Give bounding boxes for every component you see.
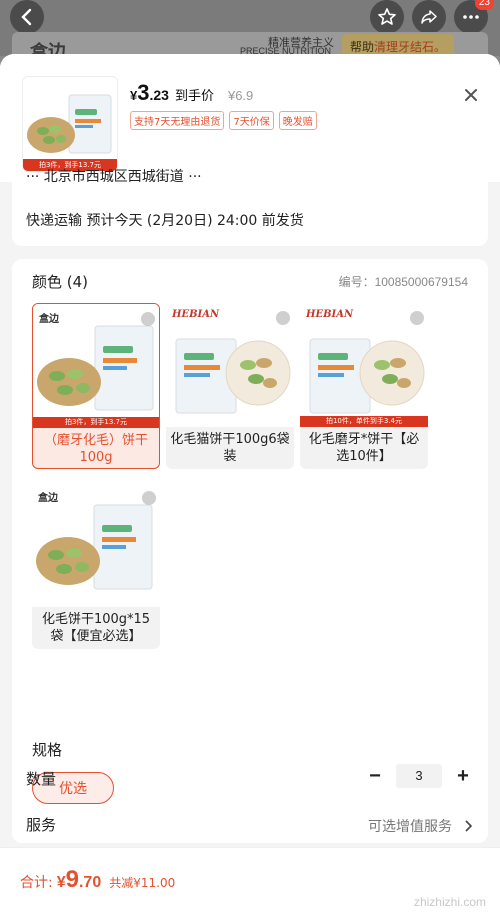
color-option-label: 化毛猫饼干100g6袋装 [170, 432, 290, 464]
star-icon [378, 8, 396, 25]
color-option-label: 化毛磨牙*饼干【必选10件】 [308, 432, 420, 464]
close-button[interactable] [460, 84, 482, 106]
service-row[interactable]: 服务 可选增值服务 [12, 806, 488, 842]
color-option-image: 盒边 [32, 483, 160, 607]
price-decimal: .23 [149, 87, 169, 103]
back-button[interactable] [10, 0, 44, 34]
service-tags: 支持7天无理由退货 7天价保 晚发赔 [130, 111, 317, 130]
color-option-image: 盒边 拍3件，到手13.7元 [33, 304, 159, 428]
sku-number: 编号：10085000679154 [338, 275, 468, 289]
color-option-promo-strip: 拍3件，到手13.7元 [33, 417, 159, 428]
back-arrow-icon [21, 8, 32, 26]
banner-promo-prefix: 帮助 [350, 40, 375, 54]
color-option-image: HEBIAN 拍10件，单件到手3.4元 [300, 303, 428, 427]
product-image [175, 338, 291, 414]
tag-late-compensation: 晚发赔 [278, 111, 317, 130]
service-label: 服务 [26, 816, 57, 834]
product-image [309, 338, 425, 414]
site-watermark: zhizhizhi.com [413, 895, 486, 909]
quantity-stepper: − 3 + [366, 764, 472, 788]
quantity-input[interactable]: 3 [396, 764, 442, 788]
price-integer: 3 [137, 80, 150, 105]
quantity-label: 数量 [26, 770, 57, 788]
more-dots-icon [463, 15, 479, 19]
color-option-promo-strip: 拍10件，单件到手3.4元 [300, 416, 428, 427]
increase-button[interactable]: + [454, 765, 472, 787]
service-value-text: 可选增值服务 [368, 819, 452, 835]
tag-7day-return: 支持7天无理由退货 [130, 111, 225, 130]
color-option-4[interactable]: 盒边 化毛饼干100g*15袋【便宜必选】 [32, 483, 160, 649]
banner-promo-highlight: 清理牙结石。 [374, 40, 447, 54]
total-symbol: ¥ [56, 874, 66, 891]
shipping-card[interactable]: ··· 北京市西城区西城街道 ··· 快递运输 预计今天 (2月20日) 24:… [12, 169, 488, 246]
tag-price-protect: 7天价保 [229, 111, 274, 130]
color-option-label: 化毛饼干100g*15袋【便宜必选】 [41, 612, 151, 644]
checkout-bar: 合计: ¥9.70 共减¥11.00 zhizhizhi.com [0, 847, 500, 913]
image-brand: HEBIAN [306, 309, 354, 320]
product-thumbnail[interactable]: 拍3件，到手13.7元 [22, 76, 118, 172]
color-option-1[interactable]: 盒边 拍3件，到手13.7元 （磨牙化毛）饼干100g [32, 303, 160, 469]
image-brand: 盒边 [39, 314, 59, 325]
zoom-icon[interactable] [410, 311, 424, 325]
total-label: 合计: [20, 875, 53, 891]
cart-count-badge: 23 [474, 0, 494, 10]
product-thumbnail-image [23, 77, 117, 171]
price-row: ¥3.23 到手价 ¥6.9 [130, 80, 253, 106]
total-saved: 共减¥11.00 [109, 876, 176, 890]
image-brand: HEBIAN [172, 309, 220, 320]
price-label: 到手价 [174, 89, 214, 104]
options-card: 颜色 (4) 编号：10085000679154 盒边 拍3件，到手13.7元 … [12, 259, 488, 843]
zoom-icon[interactable] [141, 312, 155, 326]
decrease-button[interactable]: − [366, 765, 384, 787]
zoom-icon[interactable] [276, 311, 290, 325]
current-price: ¥3.23 [130, 80, 169, 106]
favorite-button[interactable] [370, 0, 404, 34]
color-option-3[interactable]: HEBIAN 拍10件，单件到手3.4元 化毛磨牙*饼干【必选10件】 [300, 303, 428, 469]
sheet-header: 拍3件，到手13.7元 ¥3.23 到手价 ¥6.9 支持7天无理由退货 7天价… [0, 54, 500, 182]
share-button[interactable] [412, 0, 446, 34]
sku-selector-sheet: 拍3件，到手13.7元 ¥3.23 到手价 ¥6.9 支持7天无理由退货 7天价… [0, 54, 500, 913]
total-price: 合计: ¥9.70 共减¥11.00 [20, 866, 175, 894]
close-icon [465, 89, 477, 101]
spec-section-title: 规格 [32, 741, 63, 759]
address-line: ··· 北京市西城区西城街道 ··· [26, 169, 202, 182]
total-decimal: .70 [78, 874, 102, 891]
color-option-label: （磨牙化毛）饼干100g [43, 433, 148, 465]
color-option-image: HEBIAN [166, 303, 294, 427]
more-button[interactable]: 23 [454, 0, 494, 34]
image-brand: 盒边 [38, 493, 58, 504]
color-option-2[interactable]: HEBIAN 化毛猫饼干100g6袋装 [166, 303, 294, 469]
chevron-right-icon [465, 820, 472, 832]
zoom-icon[interactable] [142, 491, 156, 505]
quantity-row: 数量 − 3 + [12, 760, 488, 796]
original-price: ¥6.9 [227, 88, 254, 103]
color-section-title: 颜色 (4) [32, 273, 89, 291]
total-integer: 9 [65, 866, 79, 893]
service-value: 可选增值服务 [368, 816, 472, 836]
shipping-estimate: 快递运输 预计今天 (2月20日) 24:00 前发货 [26, 213, 304, 229]
share-icon [421, 10, 437, 24]
